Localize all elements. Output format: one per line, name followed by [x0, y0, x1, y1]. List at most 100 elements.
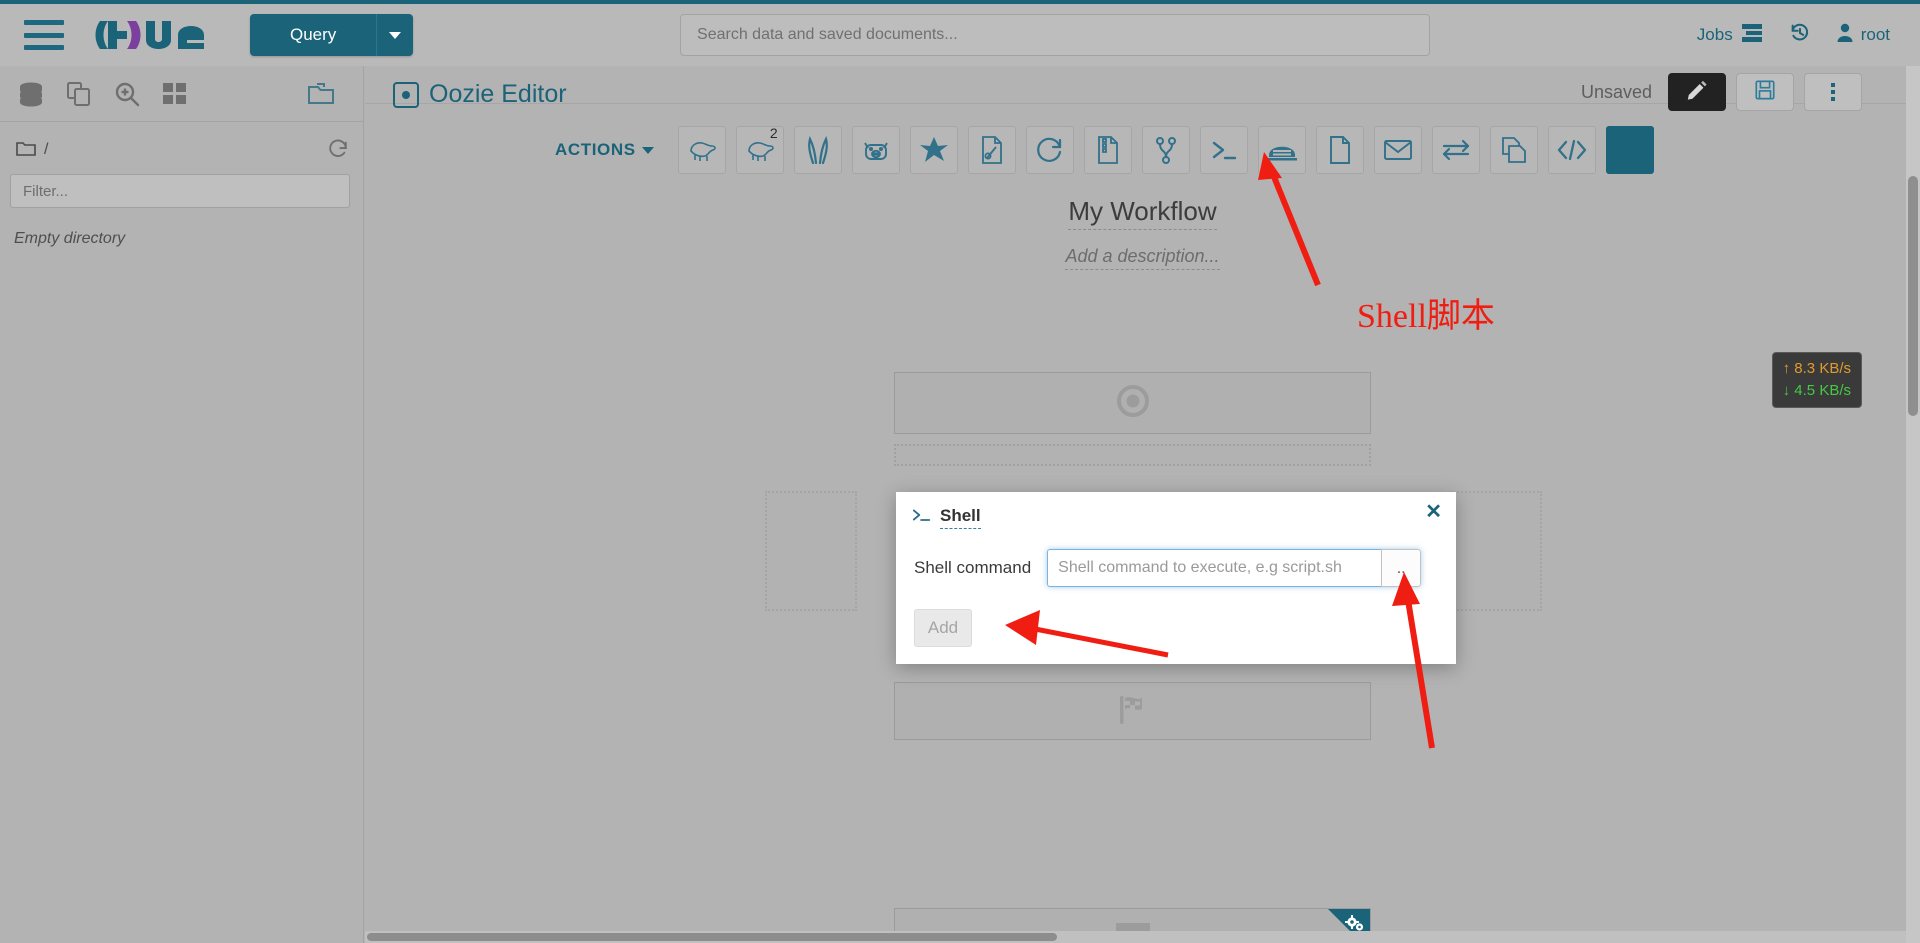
chevron-down-icon — [389, 31, 402, 39]
user-label: root — [1860, 25, 1890, 44]
refresh-icon[interactable] — [327, 138, 349, 165]
page-title: Oozie Editor — [393, 80, 567, 109]
shell-prompt-icon — [912, 507, 932, 528]
workflow-end-node[interactable] — [894, 682, 1371, 740]
toolbar-item-streaming-action[interactable] — [1431, 126, 1480, 174]
toolbar-item-spark-action[interactable] — [909, 126, 958, 174]
toolbar-item-shell-action[interactable] — [1199, 126, 1248, 174]
database-icon[interactable] — [18, 81, 44, 107]
download-speed: 4.5 KB/s — [1794, 381, 1851, 399]
search-input[interactable] — [680, 14, 1431, 56]
checkered-flag-icon — [1114, 690, 1152, 733]
toolbar-superscript: 2 — [769, 125, 778, 141]
navbar-right-group: Jobs root — [1697, 22, 1890, 49]
empty-directory-message: Empty directory — [14, 230, 126, 247]
vertical-scrollbar[interactable] — [1906, 66, 1920, 943]
actions-toolbar: ACTIONS 2 — [555, 104, 1920, 174]
floppy-save-icon — [1754, 79, 1776, 106]
jobs-nav-item[interactable]: Jobs — [1697, 23, 1763, 48]
workflow-dropzone-right[interactable] — [1450, 491, 1542, 611]
chevron-down-icon — [641, 146, 654, 154]
shell-command-row: Shell command .. — [914, 549, 1456, 587]
toolbar-item-generic-action[interactable] — [1547, 126, 1596, 174]
left-sidebar: / Empty directory — [0, 66, 364, 943]
upload-speed: 8.3 KB/s — [1794, 360, 1851, 377]
toolbar-item-impala-action[interactable] — [793, 126, 842, 174]
user-icon — [1837, 23, 1853, 48]
actions-label-text: ACTIONS — [555, 140, 636, 159]
history-nav-item[interactable] — [1789, 22, 1811, 49]
top-navbar: Query Jobs — [0, 0, 1920, 66]
vertical-scrollbar-thumb[interactable] — [1908, 176, 1918, 416]
toolbar-item-hive-action[interactable] — [677, 126, 726, 174]
workflow-header: My Workflow Add a description... — [365, 196, 1920, 270]
page-header: Oozie Editor Unsaved — [365, 66, 1920, 111]
hue-oozie-editor-page: Query Jobs — [0, 0, 1920, 943]
actions-dropdown[interactable]: ACTIONS — [555, 140, 654, 160]
workflow-name[interactable]: My Workflow — [1068, 196, 1217, 230]
grid-apps-icon[interactable] — [162, 81, 188, 107]
close-x-icon[interactable]: ✕ — [1425, 502, 1442, 522]
documents-icon[interactable] — [66, 81, 92, 107]
folder-icon — [16, 139, 36, 161]
oozie-editor-icon — [393, 81, 419, 108]
toolbar-item-pig-action[interactable] — [851, 126, 900, 174]
arrow-down-icon: ↓ — [1782, 381, 1791, 399]
user-nav-item[interactable]: root — [1837, 23, 1890, 48]
shell-command-input[interactable] — [1047, 549, 1382, 587]
annotation-shell-script-note: Shell脚本 — [1357, 298, 1495, 335]
horizontal-scrollbar[interactable] — [365, 931, 1906, 943]
unsaved-status: Unsaved — [1580, 81, 1652, 102]
query-button-group[interactable]: Query — [250, 14, 414, 56]
hue-logo[interactable] — [92, 13, 212, 57]
query-dropdown-caret[interactable] — [377, 14, 414, 56]
history-clock-icon — [1789, 22, 1811, 49]
workflow-start-node[interactable] — [894, 372, 1371, 434]
toolbar-item-email-action[interactable] — [1373, 126, 1422, 174]
page-header-actions: Unsaved — [1581, 73, 1862, 111]
start-target-icon — [1114, 382, 1152, 425]
sidebar-breadcrumb: / — [0, 130, 363, 170]
edit-mode-button[interactable] — [1668, 73, 1726, 111]
toolbar-item-distcp-action[interactable] — [1083, 126, 1132, 174]
sidebar-icon-bar — [0, 66, 363, 122]
modal-header: Shell ✕ — [896, 492, 1456, 529]
network-download: ↓ 4.5 KB/s — [1783, 380, 1851, 402]
toolbar-item-fork-action[interactable] — [1141, 126, 1190, 174]
toolbar-item-subworkflow-action[interactable] — [1489, 126, 1538, 174]
browse-file-button[interactable]: .. — [1381, 549, 1422, 587]
shell-command-label: Shell command — [914, 558, 1032, 577]
sidebar-path-text[interactable]: / — [44, 141, 48, 159]
shell-command-input-group: .. — [1047, 549, 1422, 587]
kebab-menu-icon — [1831, 83, 1835, 101]
workflow-dropzone-left[interactable] — [765, 491, 857, 611]
horizontal-scrollbar-thumb[interactable] — [367, 933, 1057, 941]
global-search-wrap — [413, 14, 1696, 56]
workflow-dropzone-top[interactable] — [894, 444, 1371, 466]
arrow-up-icon: ↑ — [1782, 360, 1791, 377]
hamburger-menu-icon[interactable] — [24, 20, 64, 50]
pencil-edit-icon — [1686, 79, 1708, 106]
network-upload: ↑ 8.3 KB/s — [1783, 358, 1851, 380]
jobs-list-icon — [1741, 23, 1763, 48]
more-options-button[interactable] — [1804, 73, 1862, 111]
sidebar-filter-input[interactable] — [10, 174, 350, 208]
jobs-label: Jobs — [1696, 25, 1733, 44]
modal-title[interactable]: Shell — [940, 506, 981, 529]
modal-body: Shell command .. Add — [896, 529, 1456, 647]
toolbar-item-sqoop-action[interactable] — [1025, 126, 1074, 174]
query-button[interactable]: Query — [250, 14, 378, 56]
save-button[interactable] — [1736, 73, 1794, 111]
add-button[interactable]: Add — [914, 609, 972, 647]
file-browser-icon[interactable] — [307, 81, 335, 107]
toolbar-item-java-action[interactable] — [967, 126, 1016, 174]
search-zoom-icon[interactable] — [114, 81, 140, 107]
toolbar-item-fs-action[interactable] — [1315, 126, 1364, 174]
shell-action-modal: Shell ✕ Shell command .. Add — [896, 492, 1456, 664]
workflow-description[interactable]: Add a description... — [1065, 246, 1220, 270]
toolbar-item-ssh-action[interactable] — [1257, 126, 1306, 174]
network-speed-badge: ↑ 8.3 KB/s ↓ 4.5 KB/s — [1771, 352, 1862, 408]
page-title-text: Oozie Editor — [429, 80, 567, 108]
toolbar-item-kill-action[interactable] — [1605, 126, 1654, 174]
toolbar-item-hive-server2-action[interactable]: 2 — [735, 125, 784, 174]
